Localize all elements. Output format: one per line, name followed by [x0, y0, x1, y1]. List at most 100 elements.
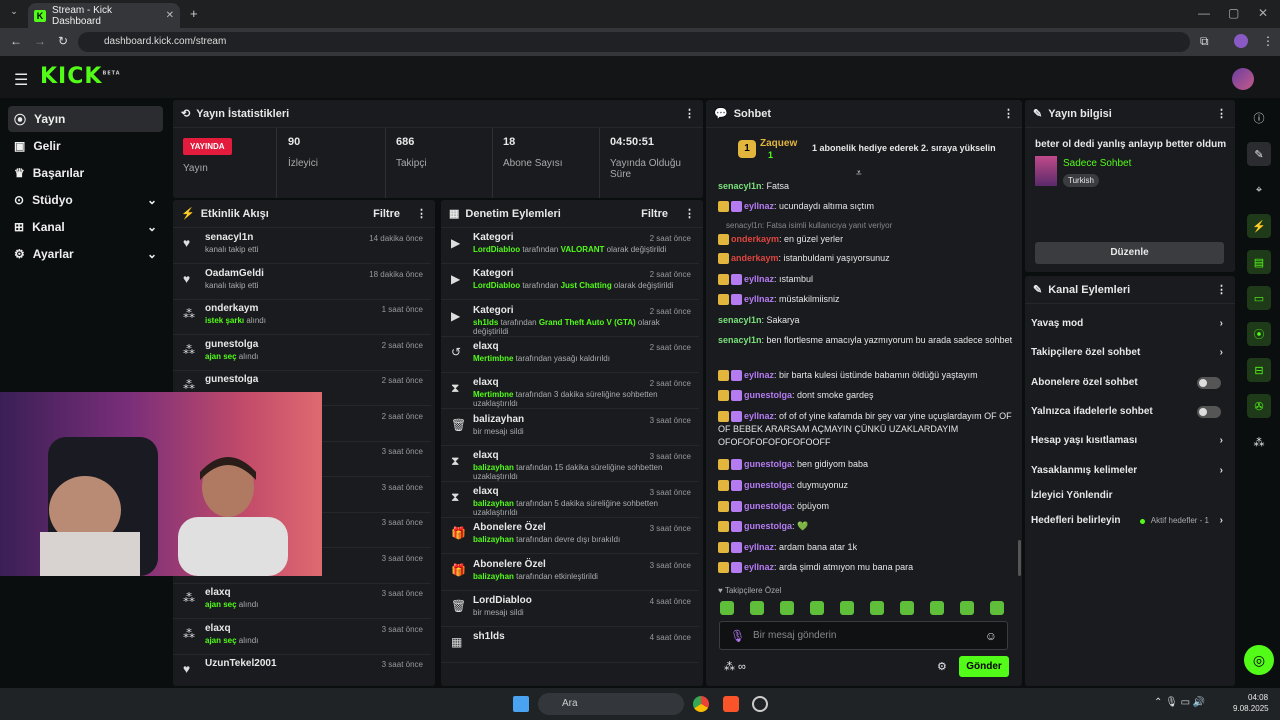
chat-username[interactable]: gunestolga	[744, 390, 792, 400]
lightning-icon[interactable]: ⚡	[1247, 214, 1271, 238]
emote-icon[interactable]	[750, 601, 764, 615]
more-icon[interactable]: ⋮	[684, 207, 695, 220]
chat-username[interactable]: eyllnaz	[744, 370, 774, 380]
kick-logo[interactable]: KICKBETA	[40, 64, 121, 89]
sidebar-item-basarilar[interactable]: ♛ Başarılar	[8, 160, 163, 186]
chat-username[interactable]: gunestolga	[744, 501, 792, 511]
emote-icon[interactable]	[780, 601, 794, 615]
toggle-switch[interactable]	[1197, 377, 1221, 389]
channel-action-item[interactable]: Yalnızca ifadelerle sohbet	[1031, 406, 1231, 422]
broadcast-icon[interactable]: ⦿	[1247, 322, 1271, 346]
chat-username[interactable]: senacyl1n	[718, 181, 762, 191]
emote-icon[interactable]	[810, 601, 824, 615]
send-button[interactable]: Gönder	[959, 656, 1009, 677]
chat-bubble-icon[interactable]: ▭	[1247, 286, 1271, 310]
hamburger-menu-icon[interactable]: ☰	[14, 70, 28, 90]
sidebar-item-ayarlar[interactable]: ⚙ Ayarlar ⌄	[8, 241, 163, 267]
info-icon[interactable]: ⓘ	[1247, 106, 1271, 130]
minimize-icon[interactable]: —	[1198, 6, 1210, 20]
chat-username[interactable]: eyllnaz	[744, 411, 774, 421]
channel-action-item[interactable]: Yasaklanmış kelimeler ›	[1031, 465, 1231, 481]
forward-icon[interactable]: →	[34, 34, 46, 48]
scroll-down-icon[interactable]: ⩡	[856, 168, 862, 179]
taskbar-search[interactable]: Ara	[538, 693, 684, 715]
back-icon[interactable]: ←	[10, 34, 22, 48]
support-icon[interactable]: ◎	[1244, 645, 1274, 675]
tray-icons[interactable]: ⌃ 🎙 ▭ 🔊	[1154, 697, 1205, 708]
sidebar-item-yayin[interactable]: ⦿ Yayın	[8, 106, 163, 132]
more-icon[interactable]: ⋮	[1216, 283, 1227, 296]
windows-start-icon[interactable]	[513, 696, 529, 712]
maximize-icon[interactable]: ▢	[1228, 6, 1239, 20]
channel-action-item[interactable]: İzleyici Yönlendir	[1031, 490, 1231, 506]
emote-icon[interactable]	[720, 601, 734, 615]
more-icon[interactable]: ⋮	[1216, 107, 1227, 120]
reward-name: istek şarkı	[205, 316, 245, 325]
chat-username[interactable]: senacyl1n	[718, 315, 762, 325]
layout-icon[interactable]: ⊟	[1247, 358, 1271, 382]
focus-icon[interactable]: ⌖	[1247, 178, 1271, 202]
sub-badge	[731, 411, 742, 423]
sidebar-item-studyo[interactable]: ⊙ Stüdyo ⌄	[8, 187, 163, 213]
chat-username[interactable]: anderkaym	[731, 253, 779, 263]
user-avatar[interactable]	[1232, 68, 1254, 90]
microphone-icon[interactable]: 🎙	[730, 629, 745, 643]
channel-action-item[interactable]: Yavaş mod ›	[1031, 318, 1231, 334]
chat-scrollbar[interactable]	[1018, 540, 1021, 576]
chat-username[interactable]: onderkaym	[731, 234, 779, 244]
chat-username[interactable]: eyllnaz	[744, 274, 774, 284]
tab-search-icon[interactable]: ⌄	[6, 6, 22, 22]
app-icon[interactable]	[752, 696, 768, 712]
browser-menu-icon[interactable]: ⋮	[1262, 34, 1274, 48]
emote-icon[interactable]	[840, 601, 854, 615]
chat-settings-icon[interactable]: ⚙	[937, 660, 947, 673]
chat-username[interactable]: eyllnaz	[744, 562, 774, 572]
more-icon[interactable]: ⋮	[684, 107, 695, 120]
emote-icon[interactable]	[930, 601, 944, 615]
document-icon[interactable]: ▤	[1247, 250, 1271, 274]
reload-icon[interactable]: ↻	[58, 34, 68, 48]
profile-avatar-icon[interactable]	[1234, 34, 1248, 48]
toggle-switch[interactable]	[1197, 406, 1221, 418]
edit-button[interactable]: Düzenle	[1035, 242, 1224, 264]
apps-icon[interactable]: ⁂	[1247, 430, 1271, 454]
chat-username[interactable]: senacyl1n	[718, 335, 762, 345]
wrench-icon[interactable]: ✇	[1247, 394, 1271, 418]
chat-message: anderkaym: istanbuldami yaşıyorsunuz	[718, 252, 1018, 265]
more-icon[interactable]: ⋮	[1003, 107, 1014, 120]
more-icon[interactable]: ⋮	[416, 207, 427, 220]
extensions-icon[interactable]: ⧉	[1200, 34, 1209, 49]
chat-username[interactable]: eyllnaz	[744, 201, 774, 211]
tab-close-icon[interactable]: ✕	[166, 10, 174, 21]
browser-tab[interactable]: K Stream - Kick Dashboard ✕	[28, 3, 180, 28]
sidebar-item-gelir[interactable]: ▣ Gelir	[8, 133, 163, 159]
category-name[interactable]: Sadece Sohbet	[1063, 158, 1131, 169]
channel-action-item[interactable]: Hesap yaşı kısıtlaması ›	[1031, 435, 1231, 451]
chat-username[interactable]: gunestolga	[744, 480, 792, 490]
chat-username[interactable]: eyllnaz	[744, 294, 774, 304]
channel-action-item[interactable]: Takipçilere özel sohbet ›	[1031, 347, 1231, 363]
emoji-icon[interactable]: ☺	[985, 629, 997, 643]
emote-icon[interactable]	[870, 601, 884, 615]
window-close-icon[interactable]: ✕	[1258, 6, 1268, 20]
filter-button[interactable]: Filtre	[641, 208, 668, 220]
sidebar-item-kanal[interactable]: ⊞ Kanal ⌄	[8, 214, 163, 240]
emote-icon[interactable]	[960, 601, 974, 615]
chrome-icon[interactable]	[693, 696, 709, 712]
edit-icon[interactable]: ✎	[1247, 142, 1271, 166]
url-field[interactable]: dashboard.kick.com/stream	[78, 32, 1190, 52]
chat-username[interactable]: gunestolga	[744, 521, 792, 531]
moderation-detail: balizayhan tarafından 15 dakika süreliği…	[473, 463, 691, 481]
emote-icon[interactable]	[900, 601, 914, 615]
emote-icon[interactable]	[990, 601, 1004, 615]
brave-icon[interactable]	[723, 696, 739, 712]
channel-action-item[interactable]: Hedefleri belirleyin Aktif hedefler - 1 ›	[1031, 515, 1231, 531]
chat-extras-icon[interactable]: ⁂ ∞	[724, 660, 746, 673]
chat-username[interactable]: eyllnaz	[744, 542, 774, 552]
pinned-message: 1 abonelik hediye ederek 2. sıraya yükse…	[812, 143, 996, 153]
chat-username[interactable]: gunestolga	[744, 459, 792, 469]
chat-input[interactable]: 🎙 Bir mesaj gönderin ☺	[719, 621, 1008, 650]
filter-button[interactable]: Filtre	[373, 208, 400, 220]
new-tab-icon[interactable]: +	[190, 6, 198, 21]
channel-action-item[interactable]: Abonelere özel sohbet	[1031, 377, 1231, 393]
